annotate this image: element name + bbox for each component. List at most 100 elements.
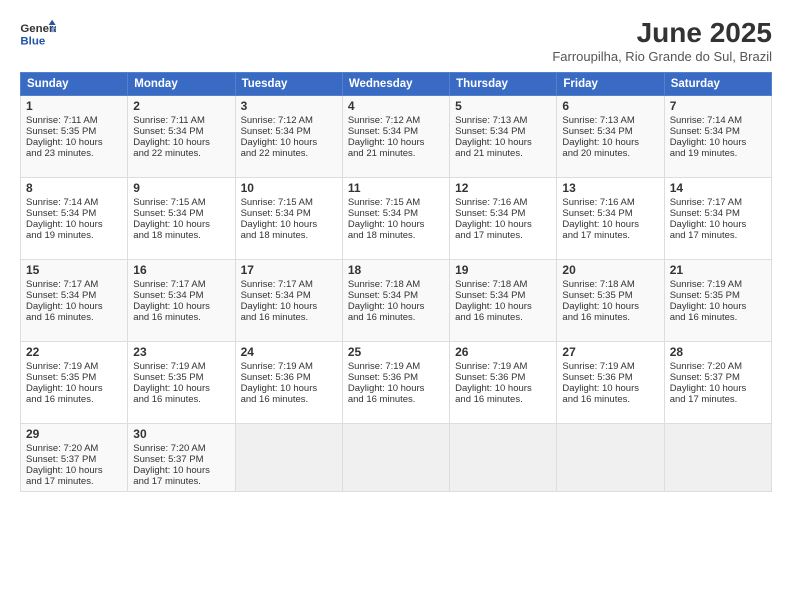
table-row: 8 Sunrise: 7:14 AM Sunset: 5:34 PM Dayli…	[21, 177, 128, 259]
day-number: 18	[348, 263, 444, 277]
sunset-label: Sunset: 5:36 PM	[241, 372, 311, 383]
daylight-label: Daylight: 10 hours	[670, 137, 747, 148]
daylight-label: Daylight: 10 hours	[133, 137, 210, 148]
daylight-minutes: and 17 minutes.	[133, 476, 201, 487]
daylight-minutes: and 22 minutes.	[133, 148, 201, 159]
daylight-label: Daylight: 10 hours	[133, 301, 210, 312]
sunrise-label: Sunrise: 7:12 AM	[241, 115, 313, 126]
sunrise-label: Sunrise: 7:19 AM	[562, 361, 634, 372]
sunrise-label: Sunrise: 7:15 AM	[133, 197, 205, 208]
table-row: 20 Sunrise: 7:18 AM Sunset: 5:35 PM Dayl…	[557, 259, 664, 341]
daylight-label: Daylight: 10 hours	[455, 137, 532, 148]
daylight-minutes: and 19 minutes.	[670, 148, 738, 159]
daylight-minutes: and 16 minutes.	[26, 394, 94, 405]
daylight-label: Daylight: 10 hours	[26, 465, 103, 476]
table-row: 17 Sunrise: 7:17 AM Sunset: 5:34 PM Dayl…	[235, 259, 342, 341]
sunrise-label: Sunrise: 7:11 AM	[133, 115, 205, 126]
daylight-minutes: and 18 minutes.	[348, 230, 416, 241]
sunrise-label: Sunrise: 7:17 AM	[241, 279, 313, 290]
col-wednesday: Wednesday	[342, 72, 449, 95]
col-friday: Friday	[557, 72, 664, 95]
day-number: 1	[26, 99, 122, 113]
calendar-week-4: 22 Sunrise: 7:19 AM Sunset: 5:35 PM Dayl…	[21, 341, 772, 423]
daylight-label: Daylight: 10 hours	[562, 137, 639, 148]
table-row: 19 Sunrise: 7:18 AM Sunset: 5:34 PM Dayl…	[450, 259, 557, 341]
day-number: 17	[241, 263, 337, 277]
daylight-minutes: and 16 minutes.	[241, 312, 309, 323]
daylight-label: Daylight: 10 hours	[670, 383, 747, 394]
daylight-label: Daylight: 10 hours	[348, 301, 425, 312]
sunrise-label: Sunrise: 7:19 AM	[133, 361, 205, 372]
daylight-label: Daylight: 10 hours	[133, 465, 210, 476]
sunset-label: Sunset: 5:36 PM	[562, 372, 632, 383]
page: General Blue June 2025 Farroupilha, Rio …	[0, 0, 792, 612]
day-number: 26	[455, 345, 551, 359]
sunset-label: Sunset: 5:35 PM	[562, 290, 632, 301]
table-row: 14 Sunrise: 7:17 AM Sunset: 5:34 PM Dayl…	[664, 177, 771, 259]
day-number: 6	[562, 99, 658, 113]
table-row: 1 Sunrise: 7:11 AM Sunset: 5:35 PM Dayli…	[21, 95, 128, 177]
daylight-minutes: and 19 minutes.	[26, 230, 94, 241]
table-row: 6 Sunrise: 7:13 AM Sunset: 5:34 PM Dayli…	[557, 95, 664, 177]
table-row: 29 Sunrise: 7:20 AM Sunset: 5:37 PM Dayl…	[21, 423, 128, 491]
daylight-label: Daylight: 10 hours	[241, 137, 318, 148]
table-row: 3 Sunrise: 7:12 AM Sunset: 5:34 PM Dayli…	[235, 95, 342, 177]
table-row: 27 Sunrise: 7:19 AM Sunset: 5:36 PM Dayl…	[557, 341, 664, 423]
sunrise-label: Sunrise: 7:17 AM	[133, 279, 205, 290]
day-number: 7	[670, 99, 766, 113]
day-number: 22	[26, 345, 122, 359]
day-number: 3	[241, 99, 337, 113]
sunrise-label: Sunrise: 7:19 AM	[348, 361, 420, 372]
day-number: 11	[348, 181, 444, 195]
daylight-minutes: and 17 minutes.	[670, 394, 738, 405]
table-row: 10 Sunrise: 7:15 AM Sunset: 5:34 PM Dayl…	[235, 177, 342, 259]
day-number: 25	[348, 345, 444, 359]
table-row	[342, 423, 449, 491]
title-area: June 2025 Farroupilha, Rio Grande do Sul…	[552, 18, 772, 64]
daylight-minutes: and 17 minutes.	[455, 230, 523, 241]
sunset-label: Sunset: 5:34 PM	[133, 290, 203, 301]
calendar-week-1: 1 Sunrise: 7:11 AM Sunset: 5:35 PM Dayli…	[21, 95, 772, 177]
sunset-label: Sunset: 5:34 PM	[241, 290, 311, 301]
sunrise-label: Sunrise: 7:13 AM	[562, 115, 634, 126]
table-row: 4 Sunrise: 7:12 AM Sunset: 5:34 PM Dayli…	[342, 95, 449, 177]
daylight-minutes: and 16 minutes.	[348, 312, 416, 323]
daylight-label: Daylight: 10 hours	[670, 219, 747, 230]
daylight-minutes: and 16 minutes.	[562, 312, 630, 323]
day-number: 29	[26, 427, 122, 441]
daylight-minutes: and 17 minutes.	[26, 476, 94, 487]
sunset-label: Sunset: 5:34 PM	[562, 208, 632, 219]
sunset-label: Sunset: 5:34 PM	[133, 208, 203, 219]
table-row: 15 Sunrise: 7:17 AM Sunset: 5:34 PM Dayl…	[21, 259, 128, 341]
col-tuesday: Tuesday	[235, 72, 342, 95]
sunset-label: Sunset: 5:37 PM	[133, 454, 203, 465]
daylight-minutes: and 21 minutes.	[455, 148, 523, 159]
daylight-label: Daylight: 10 hours	[241, 301, 318, 312]
sunset-label: Sunset: 5:37 PM	[26, 454, 96, 465]
day-number: 13	[562, 181, 658, 195]
daylight-label: Daylight: 10 hours	[241, 219, 318, 230]
table-row	[235, 423, 342, 491]
day-number: 14	[670, 181, 766, 195]
sunrise-label: Sunrise: 7:17 AM	[670, 197, 742, 208]
logo: General Blue	[20, 18, 56, 48]
daylight-label: Daylight: 10 hours	[562, 301, 639, 312]
sunset-label: Sunset: 5:34 PM	[348, 290, 418, 301]
sunrise-label: Sunrise: 7:16 AM	[455, 197, 527, 208]
sunset-label: Sunset: 5:34 PM	[455, 126, 525, 137]
day-number: 24	[241, 345, 337, 359]
month-title: June 2025	[552, 18, 772, 49]
sunrise-label: Sunrise: 7:16 AM	[562, 197, 634, 208]
daylight-label: Daylight: 10 hours	[562, 219, 639, 230]
sunrise-label: Sunrise: 7:19 AM	[241, 361, 313, 372]
sunrise-label: Sunrise: 7:19 AM	[455, 361, 527, 372]
sunset-label: Sunset: 5:34 PM	[670, 126, 740, 137]
sunrise-label: Sunrise: 7:18 AM	[562, 279, 634, 290]
sunrise-label: Sunrise: 7:12 AM	[348, 115, 420, 126]
table-row: 13 Sunrise: 7:16 AM Sunset: 5:34 PM Dayl…	[557, 177, 664, 259]
header-row: Sunday Monday Tuesday Wednesday Thursday…	[21, 72, 772, 95]
sunrise-label: Sunrise: 7:11 AM	[26, 115, 98, 126]
sunset-label: Sunset: 5:34 PM	[562, 126, 632, 137]
daylight-label: Daylight: 10 hours	[348, 137, 425, 148]
daylight-minutes: and 17 minutes.	[670, 230, 738, 241]
